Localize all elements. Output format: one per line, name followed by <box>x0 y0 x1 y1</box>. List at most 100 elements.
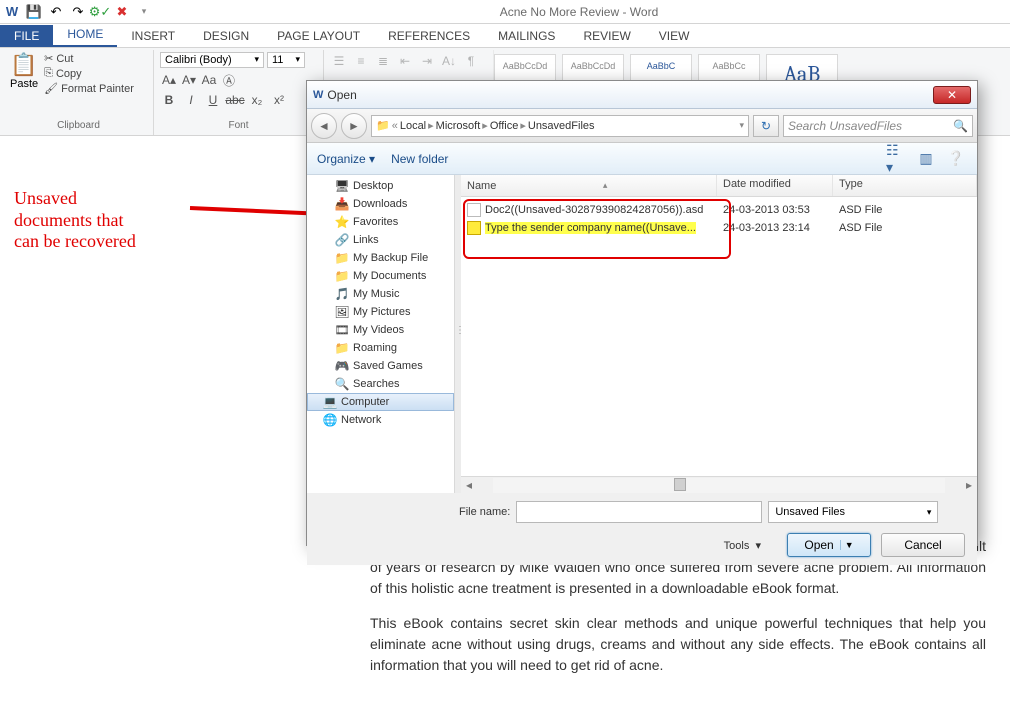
tree-item-links[interactable]: 🔗Links <box>307 231 454 249</box>
subscript-button[interactable]: x₂ <box>248 91 266 109</box>
path-seg-0[interactable]: Local <box>400 120 426 132</box>
tree-item-favorites[interactable]: ⭐Favorites <box>307 213 454 231</box>
copy-button[interactable]: ⎘Copy <box>44 67 134 80</box>
filename-input[interactable] <box>516 501 762 523</box>
tree-item-computer[interactable]: 💻Computer <box>307 393 454 411</box>
tab-references[interactable]: REFERENCES <box>374 25 484 47</box>
qat-dropdown-icon[interactable]: ▾ <box>136 4 152 20</box>
tab-design[interactable]: DESIGN <box>189 25 263 47</box>
shrink-font-button[interactable]: A▾ <box>180 71 198 89</box>
brush-icon: 🖌 <box>44 82 58 95</box>
paste-button[interactable]: 📋 Paste <box>10 52 38 95</box>
path-seg-2[interactable]: Office <box>490 120 519 132</box>
bullets-button[interactable]: ☰ <box>330 52 348 70</box>
tree-item-my-documents[interactable]: 📁My Documents <box>307 267 454 285</box>
undo-icon[interactable]: ↶ <box>48 4 64 20</box>
list-header: Name▴ Date modified Type <box>461 175 977 197</box>
show-marks-button[interactable]: ¶ <box>462 52 480 70</box>
tab-page-layout[interactable]: PAGE LAYOUT <box>263 25 374 47</box>
file-icon <box>467 203 481 217</box>
search-placeholder: Search UnsavedFiles <box>788 119 902 133</box>
file-row[interactable]: Doc2((Unsaved-302879390824287056)).asd24… <box>461 201 977 219</box>
indent-inc-button[interactable]: ⇥ <box>418 52 436 70</box>
format-painter-label: Format Painter <box>61 83 134 95</box>
dialog-close-button[interactable]: ✕ <box>933 86 971 104</box>
tree-item-my-videos[interactable]: 🎞My Videos <box>307 321 454 339</box>
change-case-button[interactable]: Aa <box>200 71 218 89</box>
format-painter-button[interactable]: 🖌Format Painter <box>44 82 134 95</box>
font-size-select[interactable]: 11▾ <box>267 52 305 68</box>
tab-home[interactable]: HOME <box>53 23 117 47</box>
nav-forward-button[interactable]: ► <box>341 113 367 139</box>
doc-paragraph-2: This eBook contains secret skin clear me… <box>370 613 986 676</box>
view-options-button[interactable]: ☷ ▾ <box>885 149 907 169</box>
tree-item-saved-games[interactable]: 🎮Saved Games <box>307 357 454 375</box>
grow-font-button[interactable]: A▴ <box>160 71 178 89</box>
cancel-button[interactable]: Cancel <box>881 533 965 557</box>
organize-button[interactable]: Organize ▾ <box>317 152 375 166</box>
nav-back-button[interactable]: ◄ <box>311 113 337 139</box>
preview-pane-button[interactable]: ▥ <box>915 149 937 169</box>
list-rows: Doc2((Unsaved-302879390824287056)).asd24… <box>461 197 977 241</box>
col-name[interactable]: Name▴ <box>461 175 717 196</box>
annotation-unsaved-docs: Unsaved documents that can be recovered <box>14 188 136 253</box>
tree-item-my-backup-file[interactable]: 📁My Backup File <box>307 249 454 267</box>
folder-icon: 🎞 <box>335 323 349 337</box>
breadcrumb[interactable]: 📁 « Local▸ Microsoft▸ Office▸ UnsavedFil… <box>371 115 749 137</box>
superscript-button[interactable]: x² <box>270 91 288 109</box>
tree-item-roaming[interactable]: 📁Roaming <box>307 339 454 357</box>
help-button[interactable]: ❔ <box>945 149 967 169</box>
tab-mailings[interactable]: MAILINGS <box>484 25 569 47</box>
horizontal-scrollbar[interactable]: ◂ ▸ <box>461 476 977 493</box>
indent-dec-button[interactable]: ⇤ <box>396 52 414 70</box>
italic-button[interactable]: I <box>182 91 200 109</box>
tree-item-desktop[interactable]: 🖥Desktop <box>307 177 454 195</box>
multilevel-button[interactable]: ≣ <box>374 52 392 70</box>
tab-review[interactable]: REVIEW <box>569 25 644 47</box>
open-button[interactable]: Open▼ <box>787 533 871 557</box>
tree-item-searches[interactable]: 🔍Searches <box>307 375 454 393</box>
filename-label: File name: <box>459 506 510 518</box>
path-seg-3[interactable]: UnsavedFiles <box>528 120 595 132</box>
refresh-button[interactable]: ↻ <box>753 115 779 137</box>
col-type[interactable]: Type <box>833 175 977 196</box>
scroll-thumb[interactable] <box>674 478 686 491</box>
redo-icon[interactable]: ↷ <box>70 4 86 20</box>
font-name-select[interactable]: Calibri (Body)▾ <box>160 52 264 68</box>
save-icon[interactable]: 💾 <box>26 4 42 20</box>
folder-tree[interactable]: 🖥Desktop📥Downloads⭐Favorites🔗Links📁My Ba… <box>307 175 455 493</box>
quick-access-toolbar: W 💾 ↶ ↷ ⚙✓ ✖ ▾ <box>4 4 152 20</box>
tools-button[interactable]: Tools ▾ <box>724 539 761 552</box>
tab-file[interactable]: FILE <box>0 25 53 47</box>
new-folder-button[interactable]: New folder <box>391 152 448 166</box>
file-type-select[interactable]: Unsaved Files▾ <box>768 501 938 523</box>
tree-item-my-pictures[interactable]: 🖼My Pictures <box>307 303 454 321</box>
scroll-left-icon[interactable]: ◂ <box>461 478 477 493</box>
underline-button[interactable]: U <box>204 91 222 109</box>
search-icon: 🔍 <box>953 119 968 133</box>
file-type-value: Unsaved Files <box>775 506 845 518</box>
dialog-toolbar: Organize ▾ New folder ☷ ▾ ▥ ❔ <box>307 143 977 175</box>
numbering-button[interactable]: ≡ <box>352 52 370 70</box>
tree-item-downloads[interactable]: 📥Downloads <box>307 195 454 213</box>
bold-button[interactable]: B <box>160 91 178 109</box>
file-list: Name▴ Date modified Type Doc2((Unsaved-3… <box>461 175 977 493</box>
error-icon[interactable]: ✖ <box>114 4 130 20</box>
col-date[interactable]: Date modified <box>717 175 833 196</box>
strike-button[interactable]: abc <box>226 91 244 109</box>
folder-icon: ⭐ <box>335 215 349 229</box>
scroll-right-icon[interactable]: ▸ <box>961 478 977 493</box>
word-icon: W <box>4 4 20 20</box>
tab-insert[interactable]: INSERT <box>117 25 189 47</box>
clear-format-button[interactable]: Ⓐ <box>220 71 238 89</box>
file-row[interactable]: Type the sender company name((Unsave...2… <box>461 219 977 237</box>
cut-button[interactable]: ✂Cut <box>44 52 134 65</box>
path-seg-1[interactable]: Microsoft <box>436 120 481 132</box>
tree-item-network[interactable]: 🌐Network <box>307 411 454 429</box>
tree-item-my-music[interactable]: 🎵My Music <box>307 285 454 303</box>
sort-button[interactable]: A↓ <box>440 52 458 70</box>
search-input[interactable]: Search UnsavedFiles 🔍 <box>783 115 973 137</box>
dialog-titlebar: W Open ✕ <box>307 81 977 109</box>
custom-icon[interactable]: ⚙✓ <box>92 4 108 20</box>
tab-view[interactable]: VIEW <box>645 25 704 47</box>
